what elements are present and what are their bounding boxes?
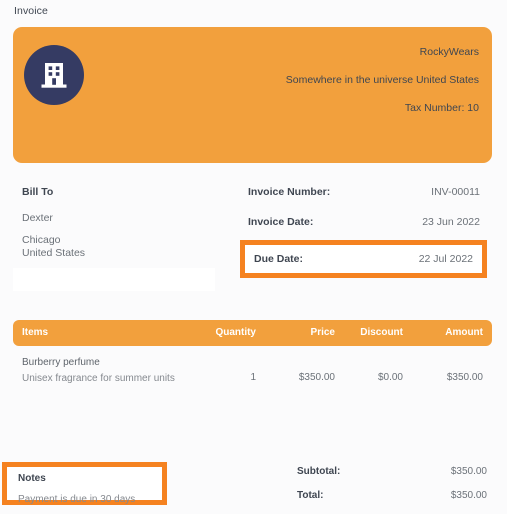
total-value: $350.00 xyxy=(450,490,487,501)
subtotal-row: Subtotal: $350.00 xyxy=(297,466,487,490)
column-header-items: Items xyxy=(22,327,49,338)
company-header-card: RockyWears Somewhere in the universe Uni… xyxy=(13,27,492,163)
bill-to-name: Dexter xyxy=(22,212,53,224)
subtotal-label: Subtotal: xyxy=(297,466,341,477)
notes-text: Payment is due in 30 days xyxy=(18,494,136,505)
column-header-price: Price xyxy=(310,327,335,338)
item-amount: $350.00 xyxy=(446,372,483,383)
item-quantity: 1 xyxy=(250,372,256,383)
item-description-cell: Burberry perfume Unisex fragrance for su… xyxy=(22,355,202,386)
subtotal-value: $350.00 xyxy=(450,466,487,477)
invoice-number-row: Invoice Number: INV-00011 xyxy=(248,186,480,216)
company-name: RockyWears xyxy=(419,46,479,58)
notes-label: Notes xyxy=(18,473,46,484)
bill-to-label: Bill To xyxy=(22,186,54,198)
items-table-header: Items Quantity Price Discount Amount xyxy=(13,320,492,346)
bill-to-city: Chicago xyxy=(22,234,61,247)
column-header-amount: Amount xyxy=(445,327,483,338)
company-logo xyxy=(24,45,84,105)
bill-to-empty-field xyxy=(13,268,215,291)
due-date-label: Due Date: xyxy=(254,253,304,265)
page-title: Invoice xyxy=(14,5,48,17)
due-date-highlight[interactable]: Due Date: 22 Jul 2022 xyxy=(240,240,487,278)
total-label: Total: xyxy=(297,490,324,501)
company-info: RockyWears Somewhere in the universe Uni… xyxy=(179,45,479,116)
invoice-number-label: Invoice Number: xyxy=(248,186,331,198)
item-discount: $0.00 xyxy=(377,372,403,383)
invoice-meta-block: Invoice Number: INV-00011 Invoice Date: … xyxy=(248,186,480,246)
totals-block: Subtotal: $350.00 Total: $350.00 xyxy=(297,466,487,514)
company-address: Somewhere in the universe United States xyxy=(285,74,479,87)
company-tax-number: Tax Number: 10 xyxy=(404,102,479,115)
table-row: Burberry perfume Unisex fragrance for su… xyxy=(13,355,492,403)
notes-block: Notes Payment is due in 30 days xyxy=(18,473,156,505)
invoice-page: Invoice RockyWears Somewhere in the univ… xyxy=(0,0,507,512)
bill-to-country: United States xyxy=(22,247,86,260)
invoice-date-label: Invoice Date: xyxy=(248,216,314,228)
invoice-number-value: INV-00011 xyxy=(431,186,480,198)
invoice-date-value: 23 Jun 2022 xyxy=(422,216,480,228)
column-header-quantity: Quantity xyxy=(215,327,256,338)
bill-to-block: Bill To Dexter Chicago United States xyxy=(22,186,222,260)
due-date-row: Due Date: 22 Jul 2022 xyxy=(254,253,473,265)
due-date-value: 22 Jul 2022 xyxy=(418,253,473,265)
item-price: $350.00 xyxy=(298,372,335,383)
notes-highlight[interactable]: Notes Payment is due in 30 days xyxy=(2,462,167,505)
item-description: Unisex fragrance for summer units xyxy=(22,372,175,384)
column-header-discount: Discount xyxy=(360,327,403,338)
total-row: Total: $350.00 xyxy=(297,490,487,514)
item-name: Burberry perfume xyxy=(22,357,100,368)
